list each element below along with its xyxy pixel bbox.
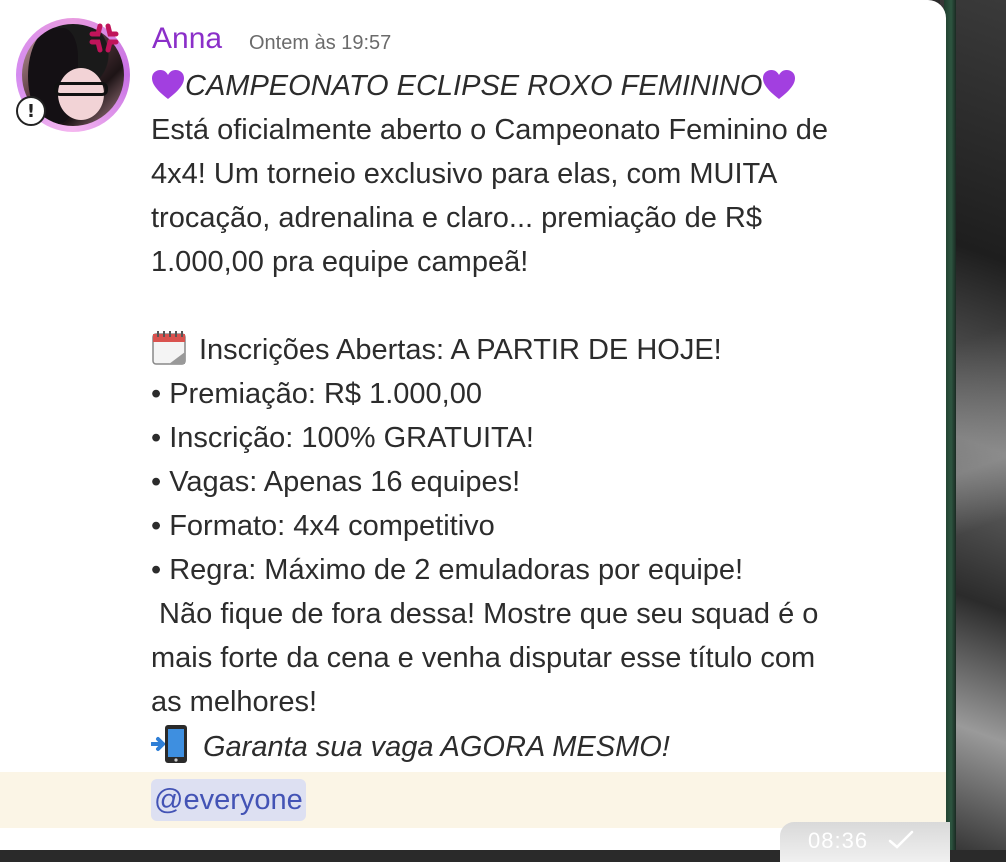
- bullet-item: • Regra: Máximo de 2 emuladoras por equi…: [151, 554, 744, 586]
- bullet-item: • Inscrição: 100% GRATUITA!: [151, 422, 534, 454]
- intro-line: Está oficialmente aberto o Campeonato Fe…: [151, 114, 829, 146]
- overlay-time: 08:36: [808, 828, 869, 853]
- anger-symbol-icon: [89, 23, 119, 53]
- closing-line: as melhores!: [151, 686, 318, 718]
- mention-highlight-row: [0, 772, 946, 828]
- cta-line: Garanta sua vaga AGORA MESMO!: [151, 724, 941, 768]
- everyone-mention[interactable]: @everyone: [151, 779, 306, 821]
- checkmark-icon: [888, 830, 914, 849]
- registration-line: Inscrições Abertas: A PARTIR DE HOJE!: [151, 328, 941, 372]
- warning-icon: !: [16, 96, 46, 126]
- message-body: CAMPEONATO ECLIPSE ROXO FEMININO Está of…: [151, 64, 941, 768]
- bullet-item: • Formato: 4x4 competitivo: [151, 510, 495, 542]
- title-line: CAMPEONATO ECLIPSE ROXO FEMININO: [151, 64, 941, 108]
- avatar-glasses: [54, 82, 108, 96]
- cta-text: Garanta sua vaga AGORA MESMO!: [203, 731, 670, 763]
- purple-heart-icon: [762, 69, 796, 101]
- purple-heart-icon: [151, 69, 185, 101]
- bullet-item: • Vagas: Apenas 16 equipes!: [151, 466, 521, 498]
- author-name[interactable]: Anna: [152, 22, 222, 56]
- intro-line: 4x4! Um torneio exclusivo para elas, com…: [151, 158, 778, 190]
- intro-line: 1.000,00 pra equipe campeã!: [151, 246, 529, 278]
- closing-line: mais forte da cena e venha disputar esse…: [151, 642, 816, 674]
- calendar-icon: [152, 331, 186, 365]
- intro-line: trocação, adrenalina e claro... premiaçã…: [151, 202, 762, 234]
- message-timestamp: Ontem às 19:57: [249, 32, 392, 54]
- mobile-phone-arrow-icon: [151, 725, 187, 763]
- closing-line: Não fique de fora dessa! Mostre que seu …: [151, 598, 819, 630]
- registration-text: Inscrições Abertas: A PARTIR DE HOJE!: [199, 334, 722, 366]
- title-text: CAMPEONATO ECLIPSE ROXO FEMININO: [185, 70, 763, 102]
- bullet-item: • Premiação: R$ 1.000,00: [151, 378, 482, 410]
